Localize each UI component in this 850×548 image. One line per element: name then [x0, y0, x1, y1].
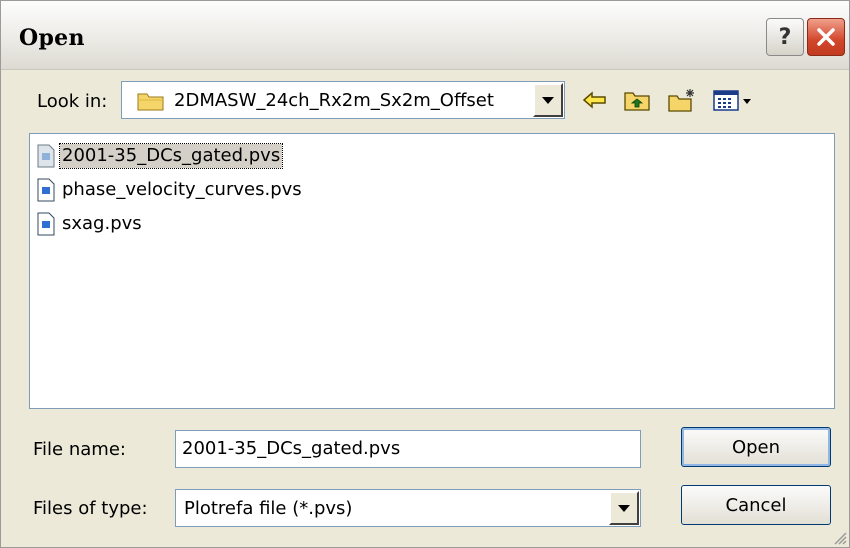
look-in-label: Look in:: [37, 91, 108, 112]
file-icon: [37, 178, 55, 202]
file-type-value: Plotrefa file (*.pvs): [184, 498, 353, 519]
up-folder-icon: [624, 92, 650, 111]
cancel-button[interactable]: Cancel: [681, 485, 831, 525]
file-icon: [37, 212, 55, 236]
file-type-dropdown-button[interactable]: [609, 491, 639, 525]
back-icon: [582, 91, 606, 109]
look-in-dropdown-button[interactable]: [533, 83, 563, 117]
list-item[interactable]: phase_velocity_curves.pvs: [36, 176, 304, 204]
back-button[interactable]: [579, 85, 611, 115]
chevron-down-icon: [542, 96, 554, 104]
file-name-field[interactable]: 2001-35_DCs_gated.pvs: [175, 430, 641, 468]
file-type-label: Files of type:: [33, 498, 148, 519]
resize-grip-icon[interactable]: [831, 529, 847, 545]
new-folder-icon: [668, 89, 694, 112]
title-bar[interactable]: Open ?: [1, 1, 849, 70]
help-button[interactable]: ?: [766, 18, 804, 56]
file-type-combo[interactable]: Plotrefa file (*.pvs): [175, 489, 641, 527]
folder-icon: [137, 93, 164, 111]
look-in-combo[interactable]: 2DMASW_24ch_Rx2m_Sx2m_Offset: [121, 81, 565, 119]
question-icon: ?: [778, 24, 792, 50]
file-icon: [37, 144, 55, 168]
new-folder-button[interactable]: [666, 85, 698, 115]
list-item[interactable]: 2001-35_DCs_gated.pvs: [36, 142, 284, 170]
close-button[interactable]: [807, 18, 845, 56]
look-in-value: 2DMASW_24ch_Rx2m_Sx2m_Offset: [174, 90, 494, 111]
view-menu-button[interactable]: [711, 85, 757, 115]
chevron-down-icon: [618, 504, 630, 512]
open-dialog: Open ? Look in: 2DMASW_24ch_Rx2m_Sx2m_Of…: [0, 0, 850, 548]
up-folder-button[interactable]: [621, 85, 653, 115]
list-item[interactable]: sxag.pvs: [36, 210, 144, 238]
file-name: sxag.pvs: [62, 213, 142, 234]
open-button[interactable]: Open: [681, 427, 831, 467]
file-name: phase_velocity_curves.pvs: [62, 179, 302, 200]
view-menu-icon: [713, 90, 751, 111]
close-icon: [817, 28, 835, 46]
window-title: Open: [19, 25, 85, 51]
file-name-label: File name:: [33, 439, 126, 460]
file-name: 2001-35_DCs_gated.pvs: [58, 143, 284, 169]
file-list[interactable]: 2001-35_DCs_gated.pvs phase_velocity_cur…: [29, 133, 835, 409]
